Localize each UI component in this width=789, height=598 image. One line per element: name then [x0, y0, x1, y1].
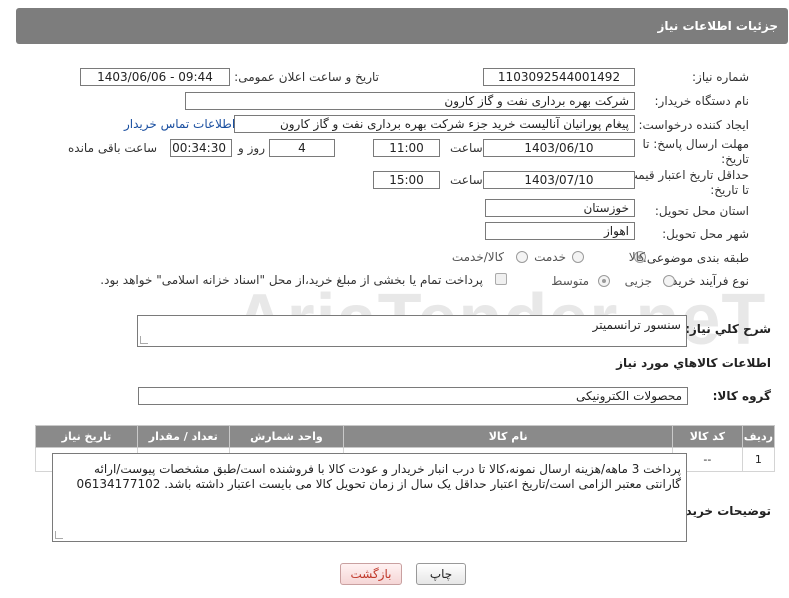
province-label: استان محل تحویل: — [654, 204, 749, 218]
page-title: جزئیات اطلاعات نیاز — [657, 19, 778, 33]
process-label: نوع فرآیند خرید : — [664, 274, 749, 288]
col-header-unit: واحد شمارش — [228, 425, 345, 448]
process-medium-radio[interactable] — [598, 275, 610, 287]
days-count-field: 4 — [269, 139, 335, 157]
col-header-row: ردیف — [741, 425, 776, 448]
goods-group-field: محصولات الکترونیکی — [138, 387, 688, 405]
reply-time-field: 11:00 — [373, 139, 440, 157]
price-validity-label: حداقل تاریخ اعتبار قیمت: تا تاریخ: — [622, 168, 749, 197]
resize-grip-icon — [55, 531, 63, 539]
price-date-field: 1403/07/10 — [483, 171, 635, 189]
announce-label: تاریخ و ساعت اعلان عمومی: — [234, 70, 379, 84]
city-label: شهر محل تحویل: — [662, 227, 749, 241]
back-button[interactable]: بازگشت — [340, 563, 402, 585]
creator-label: ایجاد کننده درخواست: — [638, 118, 749, 132]
category-goods-service-label: کالا/خدمت — [451, 250, 504, 264]
category-service-radio[interactable] — [572, 251, 584, 263]
buyer-notes-field: پرداخت 3 ماهه/هزینه ارسال نمونه،کالا تا … — [52, 453, 687, 542]
price-time-label: ساعت — [450, 173, 483, 187]
days-label: روز و — [238, 141, 265, 155]
announce-field: 1403/06/06 - 09:44 — [80, 68, 230, 86]
category-service-label: خدمت — [534, 250, 566, 264]
buyer-org-label: نام دستگاه خریدار: — [654, 94, 750, 108]
goods-section-title: اطلاعات کالاهاي مورد نياز — [616, 356, 771, 370]
category-label: طبقه بندی موضوعی: — [642, 251, 749, 265]
need-number-label: شماره نیاز: — [692, 70, 749, 84]
cell-row: 1 — [741, 447, 776, 472]
process-medium-label: متوسط — [551, 274, 589, 288]
reply-time-label: ساعت — [450, 141, 483, 155]
need-number-field: 1103092544001492 — [483, 68, 635, 86]
remaining-label: ساعت باقی مانده — [68, 141, 158, 155]
payment-treasury-checkbox[interactable] — [495, 273, 507, 285]
col-header-name: نام کالا — [343, 425, 673, 448]
page-header: جزئیات اطلاعات نیاز — [16, 8, 788, 44]
buyer-notes-text: پرداخت 3 ماهه/هزینه ارسال نمونه،کالا تا … — [76, 462, 681, 491]
col-header-date: تاریخ نیاز — [35, 425, 138, 448]
process-minor-label: جزیی — [624, 274, 652, 288]
category-goods-label: کالا — [628, 250, 645, 264]
city-field: اهواز — [485, 222, 635, 240]
reply-date-field: 1403/06/10 — [483, 139, 635, 157]
province-field: خوزستان — [485, 199, 635, 217]
col-header-qty: تعداد / مقدار — [136, 425, 230, 448]
col-header-code: کد کالا — [672, 425, 743, 448]
category-goods-service-radio[interactable] — [516, 251, 528, 263]
price-time-field: 15:00 — [373, 171, 440, 189]
goods-group-label: گروه کالا: — [712, 389, 771, 403]
description-label: شرح کلي نياز: — [685, 322, 771, 336]
reply-deadline-label: مهلت ارسال پاسخ: تا تاریخ: — [642, 137, 749, 166]
print-button[interactable]: چاپ — [416, 563, 466, 585]
resize-grip-icon — [140, 336, 148, 344]
process-minor-radio[interactable] — [663, 275, 675, 287]
payment-treasury-note: پرداخت تمام یا بخشی از مبلغ خرید،از محل … — [100, 273, 483, 287]
description-text: سنسور ترانسمیتر — [592, 318, 681, 332]
buyer-org-field: شرکت بهره برداری نفت و گاز کارون — [185, 92, 635, 110]
description-field: سنسور ترانسمیتر — [137, 315, 687, 347]
remaining-time-field: 00:34:30 — [170, 139, 232, 157]
buyer-contact-link[interactable]: اطلاعات تماس خریدار — [124, 117, 235, 131]
creator-field: پیغام پورانیان آنالیست خرید جزء شرکت بهر… — [234, 115, 635, 133]
